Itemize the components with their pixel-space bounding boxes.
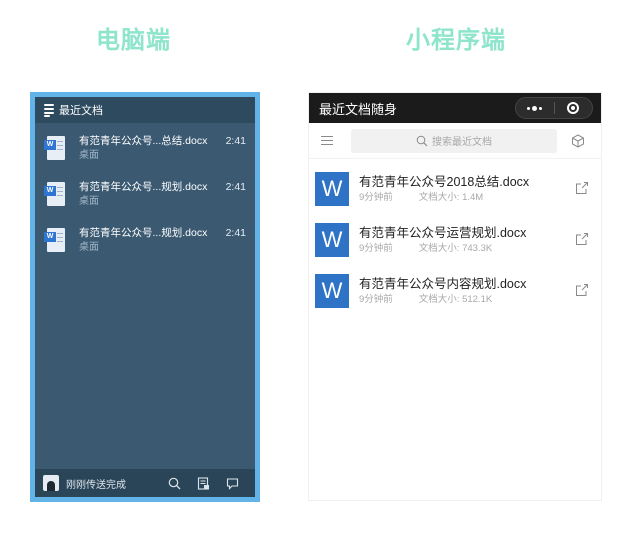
- capsule-menu: [515, 97, 593, 119]
- mini-program-heading: 小程序端: [406, 27, 506, 54]
- file-time: 2:41: [225, 135, 246, 147]
- word-doc-icon: W: [44, 228, 65, 252]
- share-icon[interactable]: [575, 181, 589, 195]
- file-time: 2:41: [225, 227, 246, 239]
- share-icon[interactable]: [575, 283, 589, 297]
- more-icon[interactable]: [516, 98, 554, 118]
- file-size: 文档大小: 512.1K: [418, 293, 493, 305]
- file-time: 9分钟前: [359, 242, 393, 254]
- mini-recent-list: W 有范青年公众号2018总结.docx 9分钟前 文档大小: 1.4M W 有范…: [309, 159, 601, 316]
- mini-program-screen: 最近文档随身 搜索最近文档 W 有范青年公众号2018总结.docx 9分钟前 …: [309, 93, 601, 500]
- file-size: 文档大小: 743.3K: [418, 242, 493, 254]
- word-badge: W: [44, 232, 56, 242]
- search-icon: [416, 135, 428, 146]
- mini-search-row: 搜索最近文档: [309, 123, 601, 159]
- pc-title: 最近文档: [59, 105, 103, 117]
- pc-list-item[interactable]: W 有范青年公众号...规划.docx 桌面 2:41: [35, 179, 255, 225]
- file-name: 有范青年公众号运营规划.docx: [359, 225, 527, 240]
- word-badge: W: [44, 140, 56, 150]
- cube-icon[interactable]: [571, 133, 585, 148]
- file-name: 有范青年公众号内容规划.docx: [359, 276, 527, 291]
- share-icon[interactable]: [575, 232, 589, 246]
- transfer-status: 刚刚传送完成: [66, 479, 126, 491]
- word-icon: W: [315, 222, 349, 257]
- pc-list-item[interactable]: W 有范青年公众号...总结.docx 桌面 2:41: [35, 133, 255, 179]
- file-size: 文档大小: 1.4M: [418, 191, 484, 203]
- pc-recent-list: W 有范青年公众号...总结.docx 桌面 2:41 W 有范青年公众号...…: [35, 123, 255, 271]
- word-doc-icon: W: [44, 136, 65, 160]
- document-stack-icon: [44, 103, 54, 117]
- menu-icon[interactable]: [321, 135, 333, 146]
- pc-list-item[interactable]: W 有范青年公众号...规划.docx 桌面 2:41: [35, 225, 255, 271]
- message-icon[interactable]: [226, 477, 239, 490]
- avatar[interactable]: [43, 475, 59, 491]
- file-location: 桌面: [79, 196, 99, 207]
- comparison-canvas: 电脑端 小程序端 最近文档 W 有范青年公众号...总结.docx 桌面 2:4…: [0, 0, 640, 535]
- word-badge: W: [44, 186, 56, 196]
- file-time: 9分钟前: [359, 293, 393, 305]
- search-input[interactable]: 搜索最近文档: [351, 128, 557, 153]
- mini-navbar: 最近文档随身: [309, 93, 601, 123]
- file-name: 有范青年公众号2018总结.docx: [359, 174, 530, 189]
- file-location: 桌面: [79, 242, 99, 253]
- search-placeholder: 搜索最近文档: [432, 137, 492, 148]
- pc-heading: 电脑端: [96, 27, 171, 54]
- list-item[interactable]: W 有范青年公众号内容规划.docx 9分钟前 文档大小: 512.1K: [309, 265, 601, 316]
- mini-title: 最近文档随身: [319, 101, 398, 117]
- file-time: 9分钟前: [359, 191, 393, 203]
- file-list-icon[interactable]: [197, 476, 210, 490]
- file-time: 2:41: [225, 181, 246, 193]
- word-doc-icon: W: [44, 182, 65, 206]
- list-item[interactable]: W 有范青年公众号运营规划.docx 9分钟前 文档大小: 743.3K: [309, 214, 601, 265]
- list-item[interactable]: W 有范青年公众号2018总结.docx 9分钟前 文档大小: 1.4M: [309, 163, 601, 214]
- word-icon: W: [315, 273, 349, 308]
- pc-client-frame: 最近文档 W 有范青年公众号...总结.docx 桌面 2:41 W 有范青年公…: [30, 92, 260, 502]
- pc-footer: 刚刚传送完成: [35, 469, 255, 497]
- pc-titlebar: 最近文档: [35, 97, 255, 123]
- file-location: 桌面: [79, 150, 99, 161]
- pc-client-window: 最近文档 W 有范青年公众号...总结.docx 桌面 2:41 W 有范青年公…: [35, 97, 255, 497]
- close-target-icon[interactable]: [555, 98, 593, 118]
- search-icon[interactable]: [168, 477, 181, 490]
- word-icon: W: [315, 171, 349, 206]
